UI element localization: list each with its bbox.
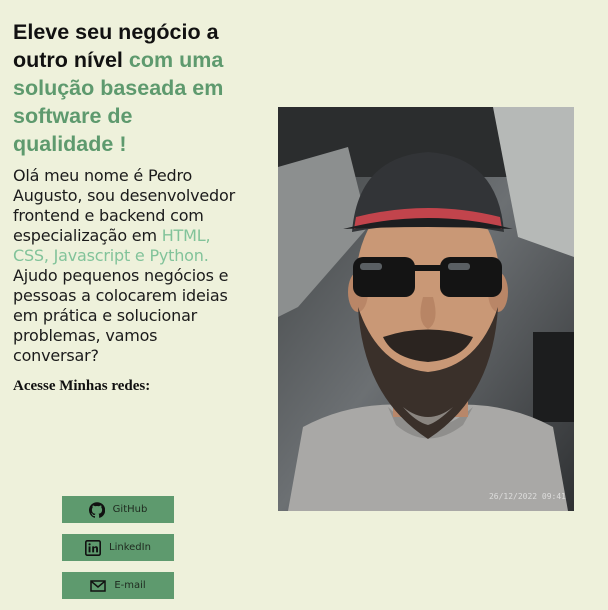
profile-photo: 26/12/2022 09:41 bbox=[278, 107, 574, 511]
social-title: Acesse Minhas redes: bbox=[13, 378, 151, 394]
mail-icon bbox=[90, 578, 107, 594]
github-label: GitHub bbox=[112, 504, 148, 515]
hero-text: Eleve seu negócio a outro nível com uma … bbox=[13, 18, 238, 395]
profile-photo-illustration bbox=[278, 107, 574, 511]
bio-paragraph: Olá meu nome é Pedro Augusto, sou desenv… bbox=[13, 166, 238, 366]
github-icon bbox=[88, 501, 105, 518]
linkedin-icon bbox=[85, 539, 102, 556]
hero-headline: Eleve seu negócio a outro nível com uma … bbox=[13, 18, 238, 158]
social-buttons: GitHub LinkedIn E-mail bbox=[62, 496, 174, 610]
github-button[interactable]: GitHub bbox=[62, 496, 174, 523]
email-button[interactable]: E-mail bbox=[62, 572, 174, 599]
linkedin-label: LinkedIn bbox=[109, 542, 151, 553]
email-label: E-mail bbox=[114, 580, 146, 591]
bio-text-end: Ajudo pequenos negócios e pessoas a colo… bbox=[13, 266, 229, 365]
linkedin-button[interactable]: LinkedIn bbox=[62, 534, 174, 561]
photo-timestamp: 26/12/2022 09:41 bbox=[488, 492, 566, 501]
